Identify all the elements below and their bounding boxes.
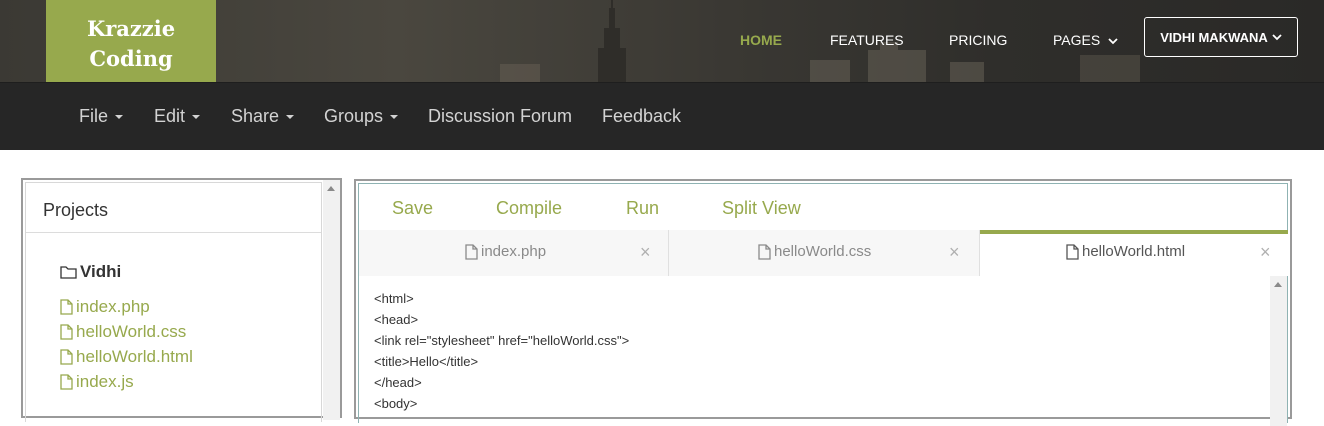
editor-menu-bar: File Edit Share Groups Discussion Forum … [0, 83, 1324, 150]
file-icon [60, 374, 73, 390]
file-icon [758, 243, 771, 260]
caret-down-icon [192, 115, 201, 120]
code-editor-panel: Save Compile Run Split View index.php × … [354, 179, 1292, 426]
project-file-item[interactable]: helloWorld.html [60, 347, 193, 367]
code-line: <body> [374, 396, 418, 411]
code-editor-body: Save Compile Run Split View index.php × … [358, 183, 1288, 426]
menu-discussion-forum[interactable]: Discussion Forum [428, 106, 572, 127]
menu-share[interactable]: Share [231, 106, 295, 127]
file-icon [60, 299, 73, 315]
compile-button[interactable]: Compile [496, 198, 562, 219]
nav-pages[interactable]: PAGES [1053, 32, 1118, 48]
nav-features[interactable]: FEATURES [830, 32, 904, 48]
close-icon[interactable]: × [949, 242, 960, 263]
save-button[interactable]: Save [392, 198, 433, 219]
caret-down-icon [115, 115, 124, 120]
top-header: Krazzie Coding HOME FEATURES PRICING PAG… [0, 0, 1324, 83]
project-file-item[interactable]: index.js [60, 372, 134, 392]
file-icon [1066, 243, 1079, 260]
nav-pricing[interactable]: PRICING [949, 32, 1007, 48]
folder-name: Vidhi [80, 262, 122, 281]
nav-home[interactable]: HOME [740, 32, 782, 48]
tab-index-php[interactable]: index.php × [359, 230, 669, 276]
nav-pages-label: PAGES [1053, 32, 1101, 48]
code-line: <title>Hello</title> [374, 354, 479, 369]
menu-file[interactable]: File [79, 106, 124, 127]
divider [26, 232, 321, 233]
chevron-down-icon [1272, 34, 1282, 41]
code-line: <html> [374, 291, 414, 306]
menu-share-label: Share [231, 106, 280, 126]
scroll-up-arrow-icon[interactable] [1274, 282, 1282, 287]
tab-label: helloWorld.css [774, 243, 872, 260]
file-name: helloWorld.html [76, 347, 193, 366]
file-name: index.js [76, 372, 134, 391]
menu-edit-label: Edit [154, 106, 186, 126]
logo-text-line2: Coding [89, 46, 173, 71]
projects-panel: Projects Vidhi index.php helloWorld.css … [21, 178, 342, 422]
code-scrollbar[interactable] [1270, 276, 1287, 426]
tab-label-group: helloWorld.html [1066, 243, 1185, 260]
project-folder[interactable]: Vidhi [60, 262, 121, 282]
folder-icon [60, 266, 77, 279]
projects-scrollbar[interactable] [323, 180, 340, 420]
scroll-up-arrow-icon[interactable] [327, 186, 335, 191]
file-icon [465, 243, 478, 260]
menu-edit[interactable]: Edit [154, 106, 201, 127]
menu-feedback[interactable]: Feedback [602, 106, 681, 127]
code-line: </head> [374, 375, 422, 390]
tab-label-group: helloWorld.css [758, 243, 871, 260]
close-icon[interactable]: × [640, 242, 651, 263]
file-name: index.php [76, 297, 150, 316]
tab-label: index.php [481, 243, 547, 260]
projects-panel-body: Projects Vidhi index.php helloWorld.css … [25, 182, 322, 422]
project-file-item[interactable]: helloWorld.css [60, 322, 186, 342]
code-area[interactable]: <html> <head> <link rel="stylesheet" hre… [374, 288, 629, 414]
tab-helloworld-html[interactable]: helloWorld.html × [980, 230, 1288, 276]
caret-down-icon [390, 115, 399, 120]
file-name: helloWorld.css [76, 322, 187, 341]
logo-text-line1: Krazzie [86, 16, 176, 41]
close-icon[interactable]: × [1260, 242, 1271, 263]
file-tabs: index.php × helloWorld.css × helloWorld.… [359, 230, 1288, 276]
chevron-down-icon [1108, 38, 1118, 45]
split-view-button[interactable]: Split View [722, 198, 801, 219]
run-button[interactable]: Run [626, 198, 659, 219]
caret-down-icon [286, 115, 295, 120]
code-line: <link rel="stylesheet" href="helloWorld.… [374, 333, 630, 348]
user-menu-button[interactable]: VIDHI MAKWANA [1144, 17, 1298, 57]
code-line: <head> [374, 312, 419, 327]
projects-title: Projects [43, 200, 109, 220]
menu-groups-label: Groups [324, 106, 384, 126]
menu-groups[interactable]: Groups [324, 106, 399, 127]
project-file-item[interactable]: index.php [60, 297, 150, 317]
menu-file-label: File [79, 106, 109, 126]
user-name: VIDHI MAKWANA [1160, 29, 1268, 45]
tab-label-group: index.php [465, 243, 546, 260]
file-icon [60, 349, 73, 365]
brand-logo[interactable]: Krazzie Coding [46, 0, 216, 82]
file-icon [60, 324, 73, 340]
tab-label: helloWorld.html [1082, 243, 1186, 260]
tab-helloworld-css[interactable]: helloWorld.css × [669, 230, 980, 276]
